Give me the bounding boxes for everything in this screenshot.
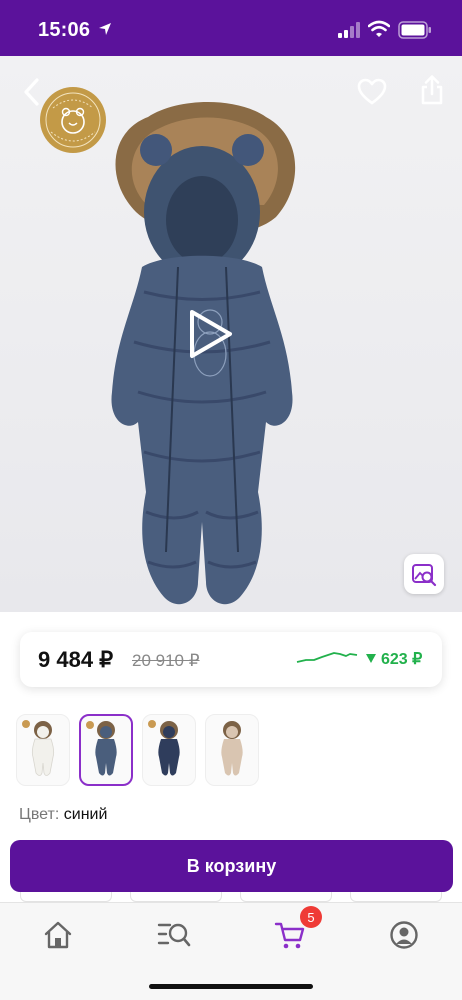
nav-home[interactable] (40, 917, 76, 953)
status-time: 15:06 (38, 19, 91, 41)
price-card[interactable]: 9 484 ₽ 20 910 ₽ 623 ₽ (20, 632, 442, 687)
location-arrow-icon (99, 23, 111, 35)
variant-photo (158, 721, 180, 776)
variant-photo (221, 721, 243, 776)
award-dot-icon (148, 720, 156, 728)
price-drop-value: 623 ₽ (381, 651, 423, 668)
profile-icon (390, 921, 418, 949)
heart-icon (357, 78, 387, 105)
image-search-icon (412, 564, 437, 587)
color-variant-white[interactable] (16, 714, 70, 786)
size-option[interactable] (240, 892, 332, 902)
share-button[interactable] (412, 70, 452, 110)
price-history-sparkline (296, 652, 358, 663)
color-label: Цвет: (19, 806, 60, 823)
play-icon (190, 310, 232, 358)
nav-profile[interactable] (386, 917, 422, 953)
status-bar: 15:06 (0, 0, 462, 56)
nav-catalog[interactable] (156, 917, 192, 953)
home-icon (44, 921, 72, 949)
color-variant-beige[interactable] (205, 714, 259, 786)
home-indicator (149, 984, 313, 989)
price-down-icon (366, 654, 376, 663)
share-icon (421, 75, 443, 105)
color-value: синий (63, 806, 108, 823)
battery-icon (398, 21, 431, 39)
award-dot-icon (86, 721, 94, 729)
add-to-cart-button[interactable]: В корзину (10, 840, 453, 892)
image-search-button[interactable] (404, 554, 444, 594)
product-screen: 15:06 9 484 ₽ 20 910 ₽ 623 ₽ Цвет: синий… (0, 0, 462, 1000)
size-option[interactable] (130, 892, 222, 902)
old-price: 20 910 ₽ (132, 651, 200, 670)
favorite-button[interactable] (352, 72, 392, 112)
cart-count-badge: 5 (300, 906, 322, 928)
product-gallery[interactable] (0, 56, 462, 612)
color-variant-navy[interactable] (142, 714, 196, 786)
size-option[interactable] (350, 892, 442, 902)
selected-color: Цвет: синий (19, 806, 107, 824)
award-dot-icon (22, 720, 30, 728)
color-variants (16, 714, 259, 788)
current-price: 9 484 ₽ (38, 647, 114, 672)
cart-icon (274, 922, 305, 949)
variant-photo (95, 721, 117, 776)
variant-photo (31, 721, 55, 776)
size-options-peek (20, 892, 442, 902)
wifi-icon (368, 20, 390, 37)
award-badge (40, 87, 106, 153)
catalog-search-icon (157, 923, 191, 947)
cellular-signal-icon (338, 22, 360, 38)
play-video-button[interactable] (180, 306, 236, 362)
color-variant-blue[interactable] (79, 714, 133, 786)
size-option[interactable] (20, 892, 112, 902)
